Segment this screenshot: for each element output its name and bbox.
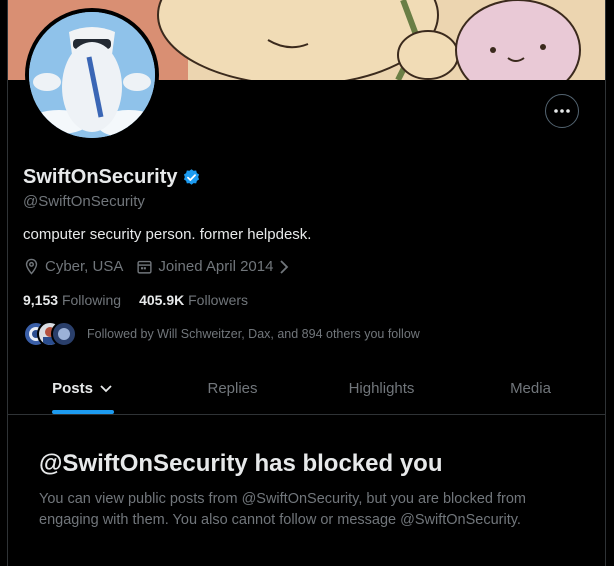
verified-badge-icon[interactable] — [182, 168, 201, 187]
active-tab-indicator — [52, 410, 114, 414]
tab-media[interactable]: Media — [456, 362, 605, 414]
profile-handle: @SwiftOnSecurity — [23, 193, 145, 210]
tab-label: Highlights — [348, 379, 415, 397]
display-name-row: SwiftOnSecurity — [23, 166, 201, 189]
tab-label: Media — [510, 379, 551, 397]
followers-label: Followers — [188, 292, 249, 308]
calendar-icon — [137, 260, 152, 274]
more-options-button[interactable] — [545, 94, 579, 128]
followers-count: 405.9K — [139, 292, 185, 308]
following-label: Following — [61, 292, 122, 308]
mutual-avatars — [23, 321, 77, 347]
location-item: Cyber, USA — [23, 258, 123, 275]
followed-by-row[interactable]: Followed by Will Schweitzer, Dax, and 89… — [23, 321, 420, 347]
profile-bio: computer security person. former helpdes… — [23, 226, 312, 243]
following-count: 9,153 — [23, 292, 59, 308]
chevron-down-icon — [100, 385, 112, 393]
more-dots-icon — [554, 109, 570, 113]
follow-stats: 9,153 Following 405.9K Followers — [23, 292, 266, 308]
display-name: SwiftOnSecurity — [23, 166, 178, 188]
blocked-message: You can view public posts from @SwiftOnS… — [39, 491, 526, 528]
profile-column: SwiftOnSecurity @SwiftOnSecurity compute… — [7, 0, 606, 566]
following-link[interactable]: 9,153 Following — [23, 292, 121, 308]
joined-text: Joined April 2014 — [158, 258, 274, 275]
avatar — [51, 321, 77, 347]
profile-meta: Cyber, USA Joined April 2014 — [23, 258, 303, 275]
blocked-title: @SwiftOnSecurity has blocked you — [39, 450, 443, 477]
location-pin-icon — [25, 258, 38, 275]
chevron-right-icon — [280, 259, 289, 274]
tab-posts[interactable]: Posts — [8, 362, 158, 414]
tab-replies[interactable]: Replies — [158, 362, 307, 414]
tab-label: Replies — [207, 379, 258, 397]
followed-by-text: Followed by Will Schweitzer, Dax, and 89… — [87, 327, 420, 341]
profile-avatar[interactable] — [25, 8, 159, 142]
tab-label: Posts — [52, 379, 93, 397]
profile-tabs: Posts Replies Highlights Media — [8, 362, 605, 415]
location-text: Cyber, USA — [45, 258, 124, 275]
followers-link[interactable]: 405.9K Followers — [139, 292, 248, 308]
tab-highlights[interactable]: Highlights — [307, 362, 456, 414]
joined-item[interactable]: Joined April 2014 — [136, 258, 290, 275]
avatar-image — [29, 12, 155, 138]
